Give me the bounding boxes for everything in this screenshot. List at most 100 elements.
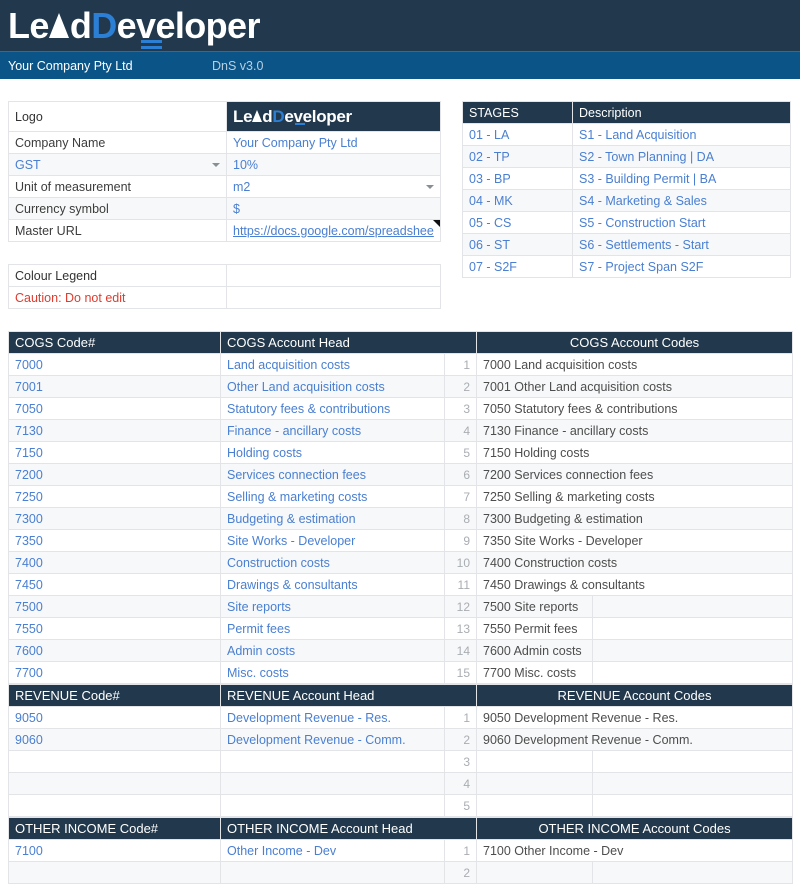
settings-value-unit-of-measurement[interactable]: m2	[226, 175, 441, 198]
table-row[interactable]: 7550 Permit fees 13 7550 Permit fees	[8, 617, 793, 640]
cogs-code: 7600	[8, 639, 221, 662]
other-income-account-code	[476, 861, 594, 884]
table-row[interactable]: 9060 Development Revenue - Comm. 2 9060 …	[8, 728, 793, 751]
other-income-code: 7100	[8, 839, 221, 862]
table-row[interactable]: 7200 Services connection fees 6 7200 Ser…	[8, 463, 793, 486]
other-income-header-row: OTHER INCOME Code# OTHER INCOME Account …	[8, 817, 794, 840]
logo-part-le: Le	[8, 4, 49, 46]
company-version-bar: Your Company Pty Ltd DnS v3.0	[0, 51, 800, 79]
cogs-row-number: 2	[444, 375, 477, 398]
revenue-account-code-overflow	[592, 794, 793, 817]
table-row[interactable]: 9050 Development Revenue - Res. 1 9050 D…	[8, 706, 793, 729]
stage-code: 07 - S2F	[462, 255, 573, 278]
spacer-below-company-bar	[0, 79, 800, 101]
stages-table: STAGES Description 01 - LA S1 - Land Acq…	[462, 101, 791, 278]
legend-caution-swatch	[226, 286, 441, 309]
settings-label-unit-of-measurement: Unit of measurement	[8, 175, 227, 198]
leaddeveloper-logo: Le dDeveloper	[8, 4, 260, 49]
cogs-row-number: 3	[444, 397, 477, 420]
cogs-code: 7000	[8, 353, 221, 376]
legend-caution-label: Caution: Do not edit	[8, 286, 227, 309]
chevron-down-icon[interactable]	[212, 162, 220, 167]
stages-row[interactable]: 06 - ST S6 - Settlements - Start	[462, 233, 791, 256]
cogs-account-code: 7050 Statutory fees & contributions	[476, 397, 793, 420]
revenue-account-head: Development Revenue - Comm.	[220, 728, 445, 751]
cogs-account-code: 7150 Holding costs	[476, 441, 793, 464]
stages-row[interactable]: 05 - CS S5 - Construction Start	[462, 211, 791, 234]
upper-panels: Logo Le dDeveloper Company Name Your Comp…	[0, 101, 800, 309]
revenue-header-row: REVENUE Code# REVENUE Account Head REVEN…	[8, 684, 793, 707]
master-url-link[interactable]: https://docs.google.com/spreadshee	[233, 224, 434, 238]
mini-leaddeveloper-logo: Le dDeveloper	[233, 108, 352, 125]
cogs-row-number: 13	[444, 617, 477, 640]
mini-logo-part-le: Le	[233, 107, 253, 126]
table-row[interactable]: 7400 Construction costs 10 7400 Construc…	[8, 551, 793, 574]
table-row[interactable]: 7300 Budgeting & estimation 8 7300 Budge…	[8, 507, 793, 530]
stages-panel: STAGES Description 01 - LA S1 - Land Acq…	[462, 101, 791, 278]
stages-row[interactable]: 01 - LA S1 - Land Acquisition	[462, 123, 791, 146]
settings-value-company-name[interactable]: Your Company Pty Ltd	[226, 131, 441, 154]
table-row[interactable]: 4	[8, 772, 793, 795]
cell-note-marker-icon[interactable]	[433, 220, 440, 227]
cogs-account-code: 7400 Construction costs	[476, 551, 793, 574]
revenue-header-account-codes: REVENUE Account Codes	[476, 684, 793, 707]
stages-row[interactable]: 02 - TP S2 - Town Planning | DA	[462, 145, 791, 168]
table-row[interactable]: 7050 Statutory fees & contributions 3 70…	[8, 397, 793, 420]
table-row[interactable]: 7700 Misc. costs 15 7700 Misc. costs	[8, 661, 793, 684]
table-row[interactable]: 3	[8, 750, 793, 773]
settings-label-logo: Logo	[8, 101, 227, 132]
table-row[interactable]: 7001 Other Land acquisition costs 2 7001…	[8, 375, 793, 398]
revenue-account-code: 9060 Development Revenue - Comm.	[476, 728, 793, 751]
cogs-account-code: 7450 Drawings & consultants	[476, 573, 793, 596]
table-row[interactable]: 7130 Finance - ancillary costs 4 7130 Fi…	[8, 419, 793, 442]
table-row[interactable]: 7250 Selling & marketing costs 7 7250 Se…	[8, 485, 793, 508]
cogs-table: COGS Code# COGS Account Head COGS Accoun…	[8, 331, 793, 684]
table-row[interactable]: 7100 Other Income - Dev 1 7100 Other Inc…	[8, 839, 794, 862]
table-row[interactable]: 7450 Drawings & consultants 11 7450 Draw…	[8, 573, 793, 596]
other-income-table: OTHER INCOME Code# OTHER INCOME Account …	[8, 817, 794, 884]
cogs-account-code: 7000 Land acquisition costs	[476, 353, 793, 376]
cogs-account-code: 7130 Finance - ancillary costs	[476, 419, 793, 442]
cogs-code: 7250	[8, 485, 221, 508]
stages-row[interactable]: 04 - MK S4 - Marketing & Sales	[462, 189, 791, 212]
revenue-account-head	[220, 794, 445, 817]
stages-header-row: STAGES Description	[462, 101, 791, 124]
cogs-account-code: 7500 Site reports	[476, 595, 593, 618]
table-row[interactable]: 7000 Land acquisition costs 1 7000 Land …	[8, 353, 793, 376]
settings-value-master-url-cell[interactable]: https://docs.google.com/spreadshee	[226, 219, 441, 242]
colour-legend-panel: Colour Legend Caution: Do not edit	[8, 264, 441, 309]
cogs-account-code-overflow	[592, 617, 793, 640]
stages-row[interactable]: 03 - BP S3 - Building Permit | BA	[462, 167, 791, 190]
settings-label-currency-symbol: Currency symbol	[8, 197, 227, 220]
settings-panel: Logo Le dDeveloper Company Name Your Comp…	[8, 101, 441, 309]
settings-label-master-url: Master URL	[8, 219, 227, 242]
stage-code: 05 - CS	[462, 211, 573, 234]
table-row[interactable]: 7150 Holding costs 5 7150 Holding costs	[8, 441, 793, 464]
cogs-account-head: Other Land acquisition costs	[220, 375, 445, 398]
cogs-account-head: Site Works - Developer	[220, 529, 445, 552]
cogs-account-head: Misc. costs	[220, 661, 445, 684]
table-row[interactable]: 7500 Site reports 12 7500 Site reports	[8, 595, 793, 618]
cogs-account-head: Selling & marketing costs	[220, 485, 445, 508]
chevron-down-icon[interactable]	[426, 184, 434, 189]
settings-value-currency-symbol[interactable]: $	[226, 197, 441, 220]
table-row[interactable]: 5	[8, 794, 793, 817]
settings-label-gst-dropdown[interactable]: GST	[8, 153, 227, 176]
stage-description: S1 - Land Acquisition	[572, 123, 791, 146]
stage-description: S7 - Project Span S2F	[572, 255, 791, 278]
revenue-row-number: 4	[444, 772, 477, 795]
settings-value-gst[interactable]: 10%	[226, 153, 441, 176]
stages-row[interactable]: 07 - S2F S7 - Project Span S2F	[462, 255, 791, 278]
cogs-code: 7300	[8, 507, 221, 530]
table-row[interactable]: 7350 Site Works - Developer 9 7350 Site …	[8, 529, 793, 552]
settings-row-master-url: Master URL https://docs.google.com/sprea…	[8, 219, 441, 242]
version-label: DnS v3.0	[212, 58, 264, 73]
revenue-account-head	[220, 750, 445, 773]
revenue-header-code: REVENUE Code#	[8, 684, 221, 707]
table-row[interactable]: 7600 Admin costs 14 7600 Admin costs	[8, 639, 793, 662]
cogs-row-number: 1	[444, 353, 477, 376]
stage-code: 03 - BP	[462, 167, 573, 190]
settings-value-unit-text: m2	[233, 179, 251, 194]
table-row[interactable]: 2	[8, 861, 794, 884]
settings-row-gst: GST 10%	[8, 153, 441, 176]
